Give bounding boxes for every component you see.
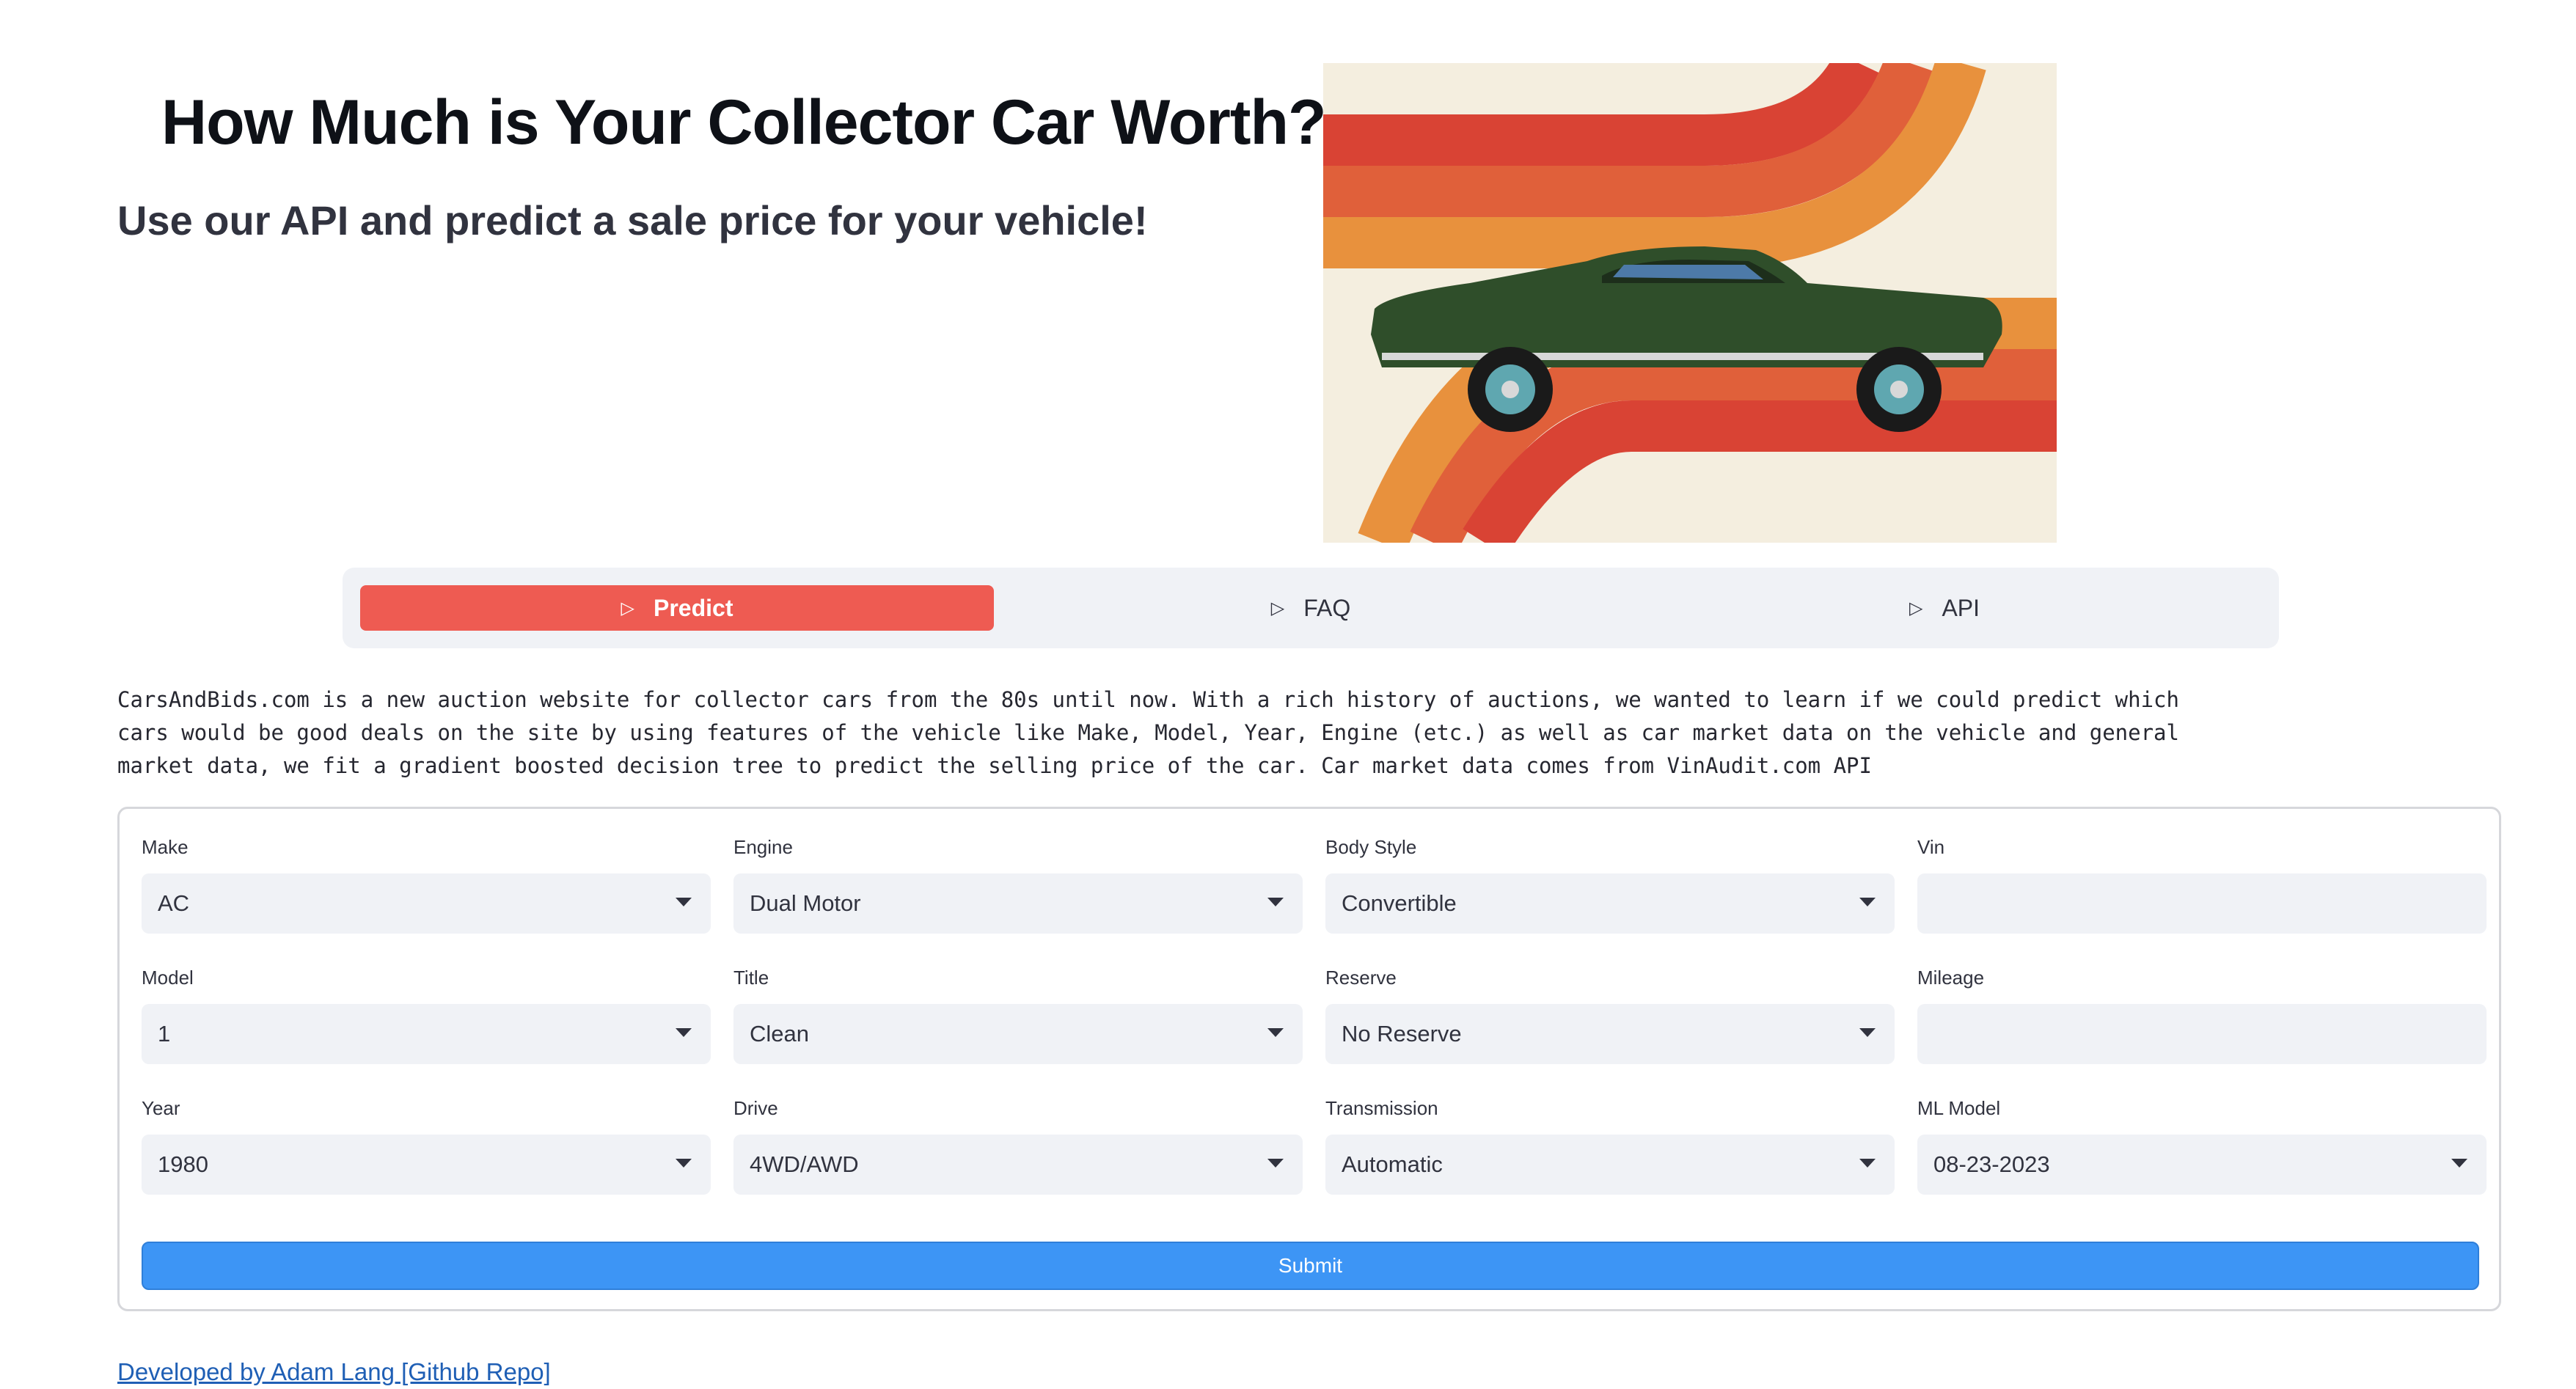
play-outline-icon: ▷ xyxy=(621,598,634,618)
engine-select[interactable]: Dual Motor xyxy=(733,873,1303,934)
body-style-label: Body Style xyxy=(1325,836,1417,858)
engine-field: Engine Dual Motor xyxy=(733,832,1303,934)
transmission-field: Transmission Automatic xyxy=(1325,1093,1895,1195)
reserve-field: Reserve No Reserve xyxy=(1325,963,1895,1064)
chevron-down-icon xyxy=(676,898,692,906)
chevron-down-icon xyxy=(1267,1028,1284,1037)
ml-model-field: ML Model 08-23-2023 xyxy=(1917,1093,2487,1195)
ml-model-select[interactable]: 08-23-2023 xyxy=(1917,1135,2487,1195)
reserve-label: Reserve xyxy=(1325,967,1397,989)
body-style-value: Convertible xyxy=(1342,890,1457,916)
make-select[interactable]: AC xyxy=(142,873,711,934)
vin-label: Vin xyxy=(1917,836,1945,858)
body-style-select[interactable]: Convertible xyxy=(1325,873,1895,934)
chevron-down-icon xyxy=(1267,898,1284,906)
play-outline-icon: ▷ xyxy=(1270,598,1285,618)
tab-api-label: API xyxy=(1942,594,1980,621)
chevron-down-icon xyxy=(2451,1159,2467,1168)
submit-button[interactable]: Submit xyxy=(142,1242,2479,1290)
chevron-down-icon xyxy=(1859,1028,1876,1037)
mileage-field: Mileage xyxy=(1917,963,2487,1064)
tab-bar: ▷ Predict ▷ FAQ ▷ API xyxy=(343,568,2279,648)
mileage-label: Mileage xyxy=(1917,967,1985,989)
prediction-form: Make AC Engine Dual Motor Body Style Con… xyxy=(117,807,2501,1311)
title-value: Clean xyxy=(750,1021,809,1047)
vin-input[interactable] xyxy=(1917,873,2487,934)
title-field: Title Clean xyxy=(733,963,1303,1064)
description-text: CarsAndBids.com is a new auction website… xyxy=(117,687,2179,778)
hero-car-illustration xyxy=(1323,63,2057,543)
ml-model-label: ML Model xyxy=(1917,1097,2001,1119)
body-style-field: Body Style Convertible xyxy=(1325,832,1895,934)
year-label: Year xyxy=(142,1097,180,1119)
model-select[interactable]: 1 xyxy=(142,1004,711,1064)
chevron-down-icon xyxy=(1859,1159,1876,1168)
model-value: 1 xyxy=(158,1021,171,1047)
ml-model-value: 08-23-2023 xyxy=(1933,1151,2050,1177)
page-title: How Much is Your Collector Car Worth? xyxy=(161,87,1327,158)
make-value: AC xyxy=(158,890,190,916)
transmission-value: Automatic xyxy=(1342,1151,1443,1177)
tab-predict[interactable]: ▷ Predict xyxy=(360,585,994,631)
engine-label: Engine xyxy=(733,836,793,858)
transmission-label: Transmission xyxy=(1325,1097,1438,1119)
transmission-select[interactable]: Automatic xyxy=(1325,1135,1895,1195)
github-repo-link[interactable]: Developed by Adam Lang [Github Repo] xyxy=(117,1358,551,1386)
make-field: Make AC xyxy=(142,832,711,934)
tab-faq-label: FAQ xyxy=(1303,594,1351,621)
drive-value: 4WD/AWD xyxy=(750,1151,859,1177)
chevron-down-icon xyxy=(1267,1159,1284,1168)
title-label: Title xyxy=(733,967,769,989)
drive-field: Drive 4WD/AWD xyxy=(733,1093,1303,1195)
year-value: 1980 xyxy=(158,1151,208,1177)
mileage-input[interactable] xyxy=(1917,1004,2487,1064)
year-field: Year 1980 xyxy=(142,1093,711,1195)
tab-faq[interactable]: ▷ FAQ xyxy=(994,585,1628,631)
year-select[interactable]: 1980 xyxy=(142,1135,711,1195)
page-subtitle: Use our API and predict a sale price for… xyxy=(117,197,1148,243)
tab-predict-label: Predict xyxy=(653,594,733,621)
tab-api[interactable]: ▷ API xyxy=(1628,585,2261,631)
vin-field: Vin xyxy=(1917,832,2487,934)
drive-label: Drive xyxy=(733,1097,778,1119)
reserve-select[interactable]: No Reserve xyxy=(1325,1004,1895,1064)
engine-value: Dual Motor xyxy=(750,890,861,916)
chevron-down-icon xyxy=(1859,898,1876,906)
model-label: Model xyxy=(142,967,194,989)
chevron-down-icon xyxy=(676,1028,692,1037)
play-outline-icon: ▷ xyxy=(1909,598,1923,618)
chevron-down-icon xyxy=(676,1159,692,1168)
reserve-value: No Reserve xyxy=(1342,1021,1462,1047)
make-label: Make xyxy=(142,836,189,858)
model-field: Model 1 xyxy=(142,963,711,1064)
drive-select[interactable]: 4WD/AWD xyxy=(733,1135,1303,1195)
title-select[interactable]: Clean xyxy=(733,1004,1303,1064)
